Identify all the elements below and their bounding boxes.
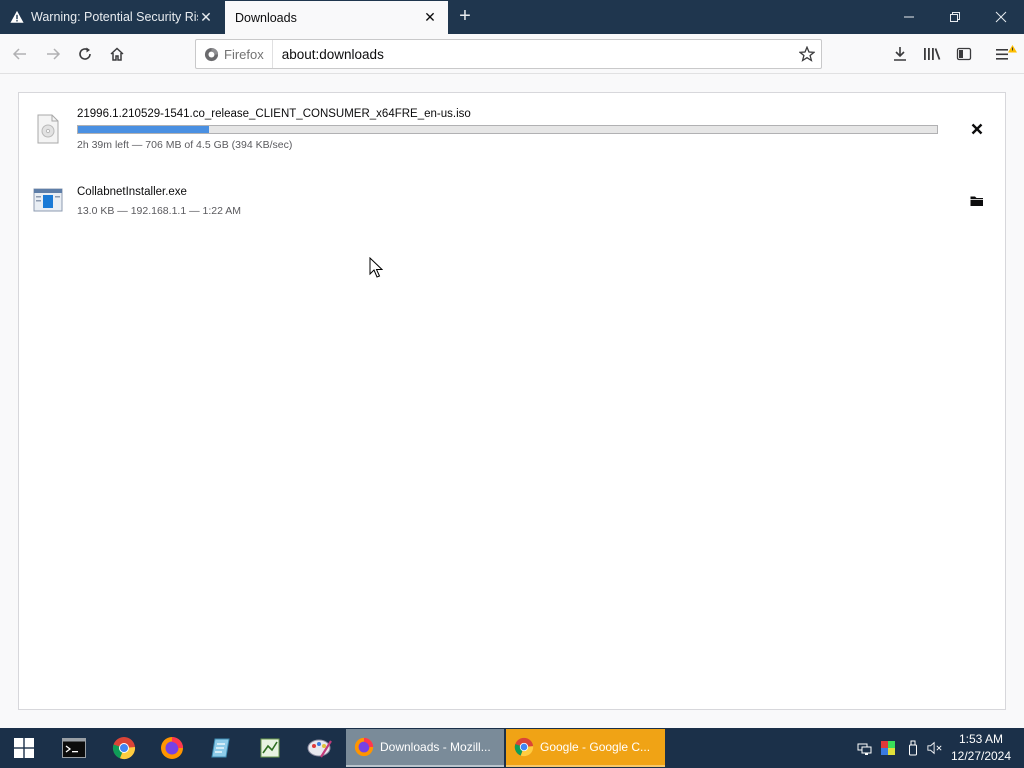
- home-icon[interactable]: [103, 40, 131, 68]
- downloads-list: 21996.1.210529-1541.co_release_CLIENT_CO…: [18, 92, 1006, 710]
- download-status: 2h 39m left — 706 MB of 4.5 GB (394 KB/s…: [77, 139, 293, 151]
- app-menu-icon[interactable]: [992, 40, 1020, 68]
- forward-icon[interactable]: [39, 40, 67, 68]
- tab-downloads[interactable]: Downloads ✕: [225, 1, 448, 34]
- volume-muted-icon[interactable]: [927, 740, 943, 756]
- disc-image-file-icon: [37, 114, 59, 144]
- identity-box[interactable]: Firefox: [196, 40, 273, 68]
- url-bar[interactable]: Firefox about:downloads: [195, 39, 822, 69]
- network-icon[interactable]: [857, 740, 873, 756]
- back-icon[interactable]: [6, 40, 34, 68]
- tab-bar: Warning: Potential Security Risk Ahead ✕…: [0, 0, 1024, 34]
- restore-icon[interactable]: [932, 0, 978, 34]
- folder-icon[interactable]: [965, 189, 989, 213]
- tab-title: Warning: Potential Security Risk Ahead: [31, 10, 198, 24]
- identity-label: Firefox: [224, 46, 264, 62]
- task-firefox-downloads[interactable]: Downloads - Mozill...: [346, 729, 504, 767]
- tab-security-warning[interactable]: Warning: Potential Security Risk Ahead ✕: [0, 0, 224, 34]
- notepad-icon[interactable]: [197, 728, 245, 768]
- chrome-icon: [514, 737, 534, 757]
- task-label: Downloads - Mozill...: [380, 740, 491, 754]
- download-progress-bar: [77, 125, 938, 134]
- cancel-icon[interactable]: [965, 117, 989, 141]
- windows-start-icon[interactable]: [0, 728, 48, 768]
- firefox-icon: [354, 737, 374, 757]
- firefox-icon: [204, 47, 219, 61]
- firefox-icon[interactable]: [148, 728, 196, 768]
- tab-close-icon[interactable]: ✕: [198, 9, 214, 25]
- list-item[interactable]: 21996.1.210529-1541.co_release_CLIENT_CO…: [19, 93, 1005, 165]
- clock-time: 1:53 AM: [958, 732, 1004, 746]
- download-status: 13.0 KB — 192.168.1.1 — 1:22 AM: [77, 205, 242, 217]
- reload-icon[interactable]: [71, 40, 99, 68]
- task-label: Google - Google C...: [540, 740, 651, 754]
- window-close-icon[interactable]: [978, 0, 1024, 34]
- warning-icon: [10, 10, 24, 23]
- system-clock[interactable]: 1:53 AM 12/27/2024: [948, 731, 1014, 765]
- list-item[interactable]: CollabnetInstaller.exe 13.0 KB — 192.168…: [19, 171, 1005, 233]
- chrome-icon[interactable]: [100, 728, 148, 768]
- minimize-icon[interactable]: [886, 0, 932, 34]
- library-icon[interactable]: [918, 40, 946, 68]
- navigation-toolbar: Firefox about:downloads: [0, 34, 1024, 74]
- taskbar: Downloads - Mozill... Google - Google C.…: [0, 728, 1024, 768]
- paint-icon[interactable]: [296, 728, 344, 768]
- terminal-icon[interactable]: [50, 728, 98, 768]
- usb-device-icon[interactable]: [905, 740, 921, 756]
- download-name: 21996.1.210529-1541.co_release_CLIENT_CO…: [77, 108, 471, 120]
- clock-date: 12/27/2024: [950, 749, 1012, 763]
- new-tab-icon[interactable]: +: [455, 6, 475, 27]
- progress-fill: [78, 126, 209, 133]
- executable-file-icon: [33, 188, 63, 212]
- task-chrome-google[interactable]: Google - Google C...: [506, 729, 665, 767]
- download-name: CollabnetInstaller.exe: [77, 186, 187, 198]
- mouse-cursor-icon: [369, 257, 383, 278]
- tab-title: Downloads: [235, 10, 297, 25]
- downloads-icon[interactable]: [886, 40, 914, 68]
- bookmark-star-icon[interactable]: [793, 40, 821, 68]
- spreadsheet-icon[interactable]: [246, 728, 294, 768]
- url-text[interactable]: about:downloads: [273, 47, 793, 62]
- sidebar-icon[interactable]: [950, 40, 978, 68]
- tab-close-icon[interactable]: ✕: [422, 9, 438, 26]
- color-settings-icon[interactable]: [880, 740, 896, 756]
